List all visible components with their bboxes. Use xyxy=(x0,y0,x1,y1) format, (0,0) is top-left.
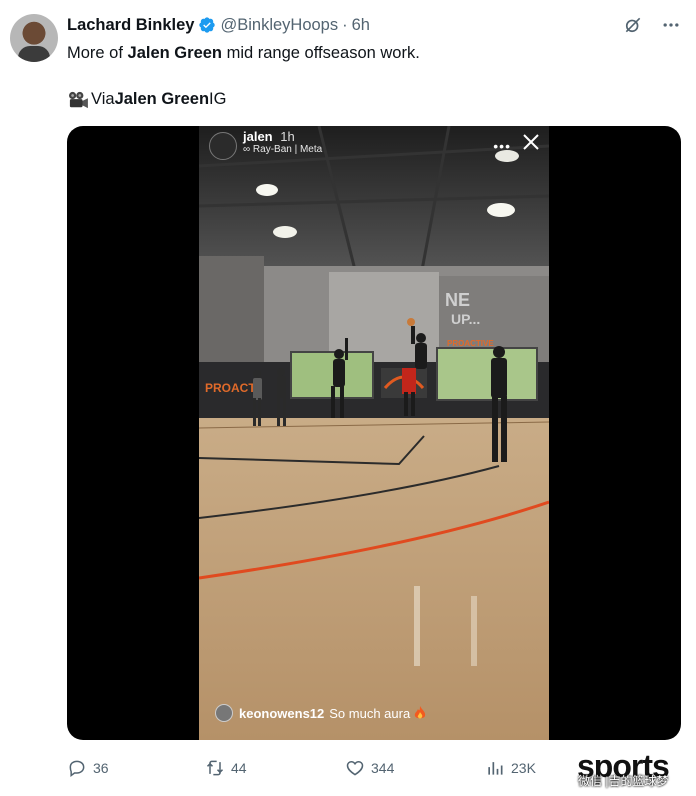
like-button[interactable]: 344 xyxy=(345,756,394,780)
separator-dot: · xyxy=(342,15,348,34)
story-header: jalen 1h ∞ Ray-Ban | Meta ••• xyxy=(199,126,549,166)
tweet-header: Lachard Binkley @BinkleyHoops · 6h xyxy=(67,14,370,36)
story-avatar xyxy=(209,132,237,160)
author-handle[interactable]: @BinkleyHoops xyxy=(220,16,338,35)
repost-button[interactable]: 44 xyxy=(205,756,247,780)
movie-camera-icon xyxy=(69,91,88,108)
story-comment: keonowens12 So much aura xyxy=(215,704,426,722)
comment-user: keonowens12 xyxy=(239,705,325,721)
heart-icon xyxy=(346,760,364,776)
media-video[interactable]: NE UP... PROACT PROACTIVE jalen 1h ∞ Ray… xyxy=(67,126,681,740)
author-avatar[interactable] xyxy=(10,14,58,62)
svg-text:NE: NE xyxy=(445,290,470,310)
tweet-text-suffix: mid range offseason work. xyxy=(222,44,420,62)
views-button[interactable]: 23K xyxy=(485,756,536,780)
tweet-text: More of Jalen Green mid range offseason … xyxy=(67,42,677,64)
post-time[interactable]: 6h xyxy=(352,16,370,35)
comment-text: So much aura xyxy=(329,705,411,721)
views-chart-icon xyxy=(488,762,503,775)
svg-text:PROACTIVE: PROACTIVE xyxy=(447,339,494,348)
via-name: Jalen Green xyxy=(114,90,210,108)
reply-count: 36 xyxy=(93,760,109,776)
reply-button[interactable]: 36 xyxy=(67,756,109,780)
gym-scene: NE UP... PROACT PROACTIVE xyxy=(199,126,549,740)
views-count: 23K xyxy=(511,760,536,776)
verified-badge-icon xyxy=(199,17,216,33)
story-user: jalen 1h xyxy=(243,129,295,144)
author-name[interactable]: Lachard Binkley xyxy=(67,16,194,35)
fire-emoji-icon xyxy=(415,706,426,719)
close-icon xyxy=(523,134,539,150)
story-time: 1h xyxy=(280,129,295,144)
like-count: 344 xyxy=(371,760,395,776)
story-more-icon: ••• xyxy=(493,138,511,154)
reply-icon xyxy=(69,760,85,777)
svg-text:PROACT: PROACT xyxy=(205,381,256,395)
via-prefix: Via xyxy=(91,90,115,108)
repost-icon xyxy=(206,760,224,776)
avatar-shirt xyxy=(18,46,50,62)
tweet-text-prefix: More of xyxy=(67,44,128,62)
svg-text:UP...: UP... xyxy=(451,311,480,327)
repost-count: 44 xyxy=(231,760,247,776)
story-subtitle: ∞ Ray-Ban | Meta xyxy=(243,144,323,155)
video-frame: NE UP... PROACT PROACTIVE jalen 1h ∞ Ray… xyxy=(199,126,549,740)
watermark-subtext: 微信 |吉的篮球梦 xyxy=(578,774,669,788)
tweet-actions: 36 44 344 23K xyxy=(67,756,627,780)
top-actions xyxy=(622,14,682,36)
grok-icon[interactable] xyxy=(622,14,644,36)
more-horizontal-icon[interactable] xyxy=(660,14,682,36)
via-suffix: IG xyxy=(209,90,227,108)
tweet-line-1: More of Jalen Green mid range offseason … xyxy=(67,42,677,64)
tweet-via-line: Via Jalen Green IG xyxy=(67,90,226,109)
story-username: jalen xyxy=(243,129,273,144)
mention-jalen-green: Jalen Green xyxy=(127,44,222,62)
comment-avatar xyxy=(215,704,233,722)
